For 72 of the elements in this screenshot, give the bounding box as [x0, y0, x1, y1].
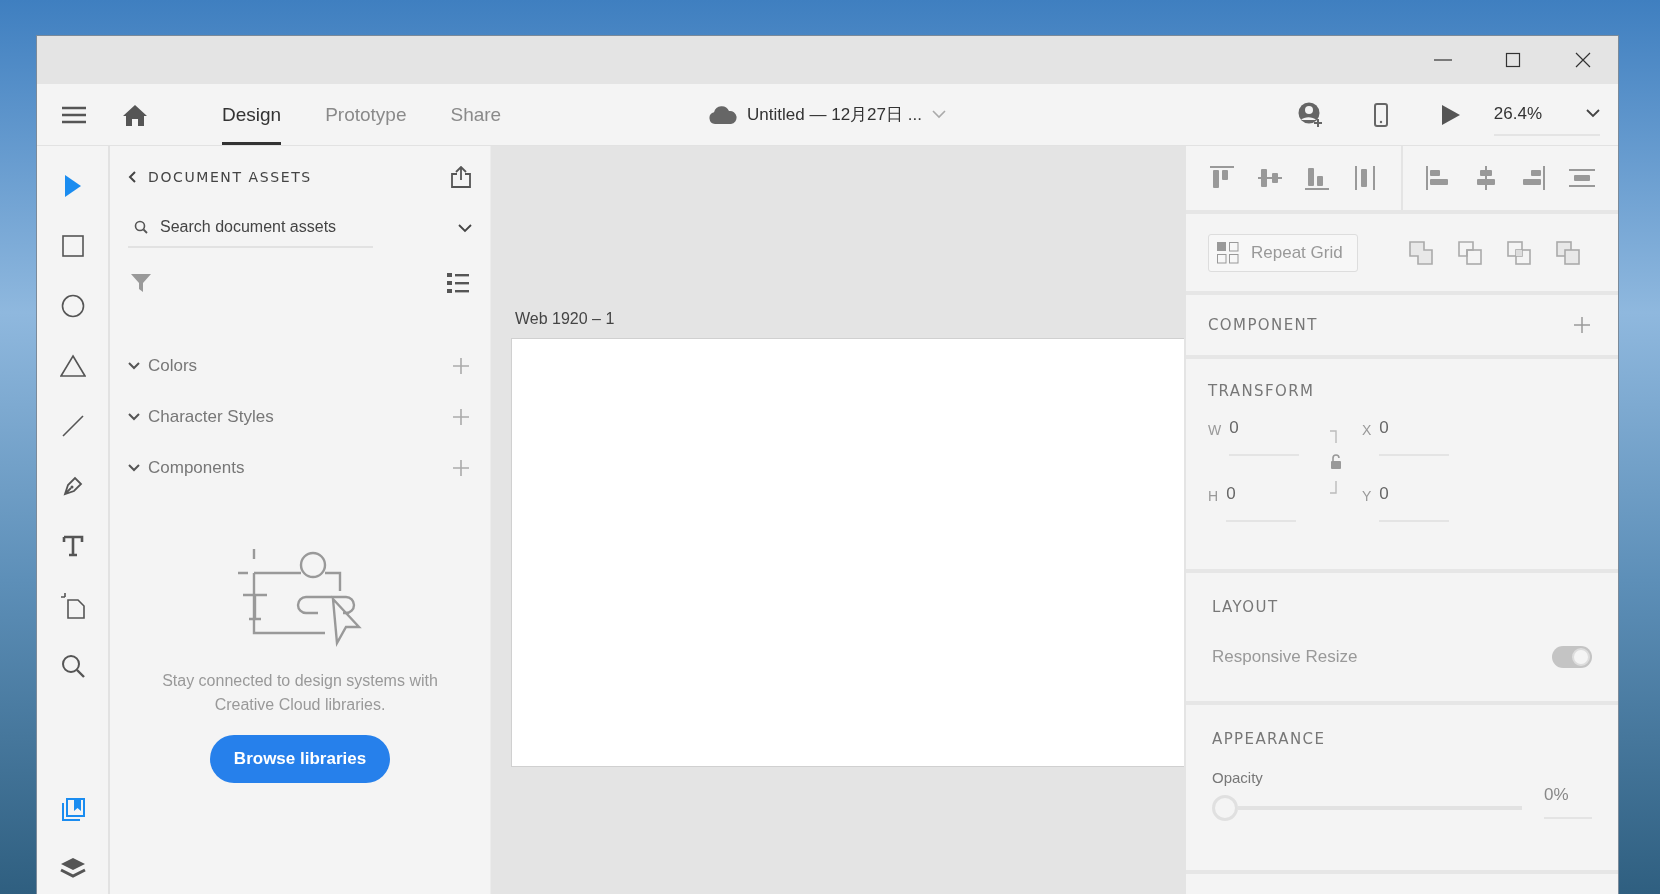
section-toggle[interactable]: Components	[128, 457, 245, 478]
plus-icon[interactable]	[1574, 317, 1590, 333]
assets-icon	[60, 798, 85, 822]
filter-icon[interactable]	[131, 273, 151, 293]
menu-icon	[61, 105, 86, 124]
chevron-down-icon	[1586, 109, 1600, 118]
maximize-icon	[1504, 52, 1522, 68]
minimize-icon	[1434, 59, 1452, 61]
align-middle-icon[interactable]	[1257, 166, 1282, 190]
toolbar-tab[interactable]: Design	[222, 84, 282, 145]
phone-icon	[1373, 102, 1388, 127]
align-top-icon[interactable]	[1209, 166, 1234, 190]
plus-icon[interactable]	[453, 459, 469, 476]
union-icon[interactable]	[1409, 240, 1433, 265]
input-field[interactable]: 0	[1379, 418, 1450, 456]
browse-libraries-button[interactable]: Browse libraries	[209, 735, 391, 783]
document-title[interactable]: Untitled — 12月27日 ...	[747, 103, 922, 126]
user-add-icon	[1297, 101, 1324, 128]
search-field[interactable]: Search document assets	[160, 218, 360, 236]
triangle-icon	[59, 354, 86, 378]
share-icon	[450, 166, 472, 188]
input-field[interactable]: 0	[1229, 418, 1300, 456]
pointer-icon	[62, 174, 83, 198]
distribute-horizontal-icon[interactable]	[1569, 166, 1596, 190]
exclude-overlap-icon[interactable]	[1556, 240, 1580, 265]
close-icon	[1574, 52, 1592, 68]
section-title: LAYOUT	[1212, 598, 1279, 616]
field-label: H	[1208, 487, 1219, 504]
lock-icon[interactable]	[1328, 430, 1342, 494]
section-title: APPEARANCE	[1212, 730, 1326, 748]
plus-icon[interactable]	[453, 357, 469, 374]
home-icon	[123, 103, 147, 126]
intersect-icon[interactable]	[1507, 240, 1531, 265]
align-right-icon[interactable]	[1521, 166, 1548, 190]
section-title: TRANSFORM	[1208, 382, 1315, 400]
input-field[interactable]: 0	[1379, 484, 1450, 522]
empty-state-message: Stay connected to design systems with Creative Cloud libraries.	[161, 671, 439, 715]
section-toggle[interactable]: Character Styles	[128, 406, 274, 427]
cloud-icon	[709, 105, 738, 124]
subtract-icon[interactable]	[1458, 240, 1482, 265]
circle-icon	[60, 294, 85, 318]
distribute-icon[interactable]	[1353, 166, 1378, 190]
input-field[interactable]: 0	[1226, 484, 1297, 522]
grid-icon	[1217, 241, 1239, 264]
search-icon	[134, 220, 148, 234]
text-tool-icon	[61, 535, 84, 557]
field-label: X	[1362, 421, 1372, 438]
chevron-down-icon[interactable]	[458, 223, 472, 233]
back-button[interactable]: DOCUMENT ASSETS	[128, 169, 312, 185]
opacity-field[interactable]: 0%	[1544, 785, 1592, 819]
export-button[interactable]	[450, 166, 472, 188]
align-bottom-icon[interactable]	[1305, 166, 1330, 190]
search-icon	[60, 654, 85, 678]
play-icon	[1440, 103, 1461, 126]
section-toggle[interactable]: Colors	[128, 355, 198, 376]
layers-icon	[59, 856, 86, 880]
zoom-dropdown[interactable]: 26.4%	[1493, 93, 1600, 136]
toolbar-tab[interactable]: Share	[450, 84, 502, 145]
field-label: W	[1208, 421, 1222, 438]
rectangle-icon	[61, 235, 84, 257]
field-label: Y	[1362, 487, 1372, 504]
artboard-name[interactable]: Web 1920 – 1	[515, 310, 1184, 328]
section-title: COMPONENT	[1208, 316, 1318, 334]
line-icon	[61, 415, 84, 437]
toggle-label: Responsive Resize	[1212, 647, 1358, 667]
list-view-icon[interactable]	[447, 273, 469, 293]
artboard-icon	[59, 593, 86, 619]
plus-icon[interactable]	[453, 408, 469, 425]
toolbar-tab[interactable]: Prototype	[325, 84, 407, 145]
chevron-left-icon	[128, 171, 136, 183]
responsive-resize-toggle[interactable]	[1552, 646, 1592, 668]
slider-label: Opacity	[1212, 769, 1263, 786]
